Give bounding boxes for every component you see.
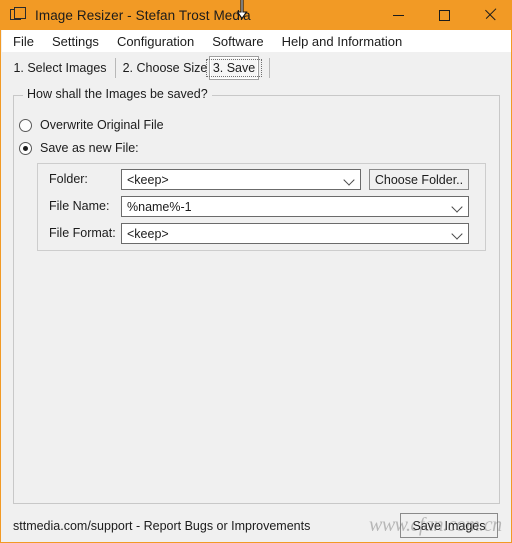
menu-item-file[interactable]: File (4, 32, 43, 51)
maximize-icon (438, 9, 450, 21)
chevron-down-icon (448, 197, 468, 216)
file-name-label: File Name: (49, 199, 110, 213)
menu-item-settings[interactable]: Settings (43, 32, 108, 51)
window-title: Image Resizer - Stefan Trost Media (35, 7, 251, 23)
radio-save-as-new-file[interactable]: Save as new File: (19, 141, 139, 155)
save-images-button[interactable]: Save Images (400, 513, 498, 538)
file-format-combobox[interactable]: <keep> (121, 223, 469, 244)
file-name-combobox[interactable]: %name%-1 (121, 196, 469, 217)
tab-select-images[interactable]: 1. Select Images (10, 56, 110, 80)
radio-overwrite-original-file[interactable]: Overwrite Original File (19, 118, 164, 132)
minimize-button[interactable] (375, 0, 421, 30)
radio-overwrite-original-file-mark (19, 118, 32, 132)
support-link-text[interactable]: sttmedia.com/support - Report Bugs or Im… (13, 519, 310, 533)
close-button[interactable] (467, 0, 511, 30)
tab-separator-3 (269, 58, 270, 78)
close-icon (484, 9, 496, 21)
tab-save-label: 3. Save (205, 59, 263, 77)
file-format-combobox-value: <keep> (127, 226, 169, 241)
chevron-down-icon (340, 170, 360, 189)
cascade-windows-icon (10, 7, 26, 23)
minimize-icon (392, 14, 404, 16)
tab-save[interactable]: 3. Save (205, 56, 263, 80)
image-resizer-window: Image Resizer - Stefan Trost Media File … (0, 0, 512, 543)
file-name-combobox-value: %name%-1 (127, 199, 192, 214)
choose-folder-button[interactable]: Choose Folder.. (369, 169, 469, 190)
file-format-label: File Format: (49, 226, 116, 240)
tab-choose-size[interactable]: 2. Choose Size (120, 56, 210, 80)
file-format-field-label-wrap: File Format: (49, 226, 116, 240)
wizard-tab-strip: 1. Select Images 2. Choose Size 3. Save (2, 52, 511, 84)
radio-overwrite-original-file-label: Overwrite Original File (40, 118, 164, 132)
tab-choose-size-label: 2. Choose Size (122, 61, 208, 75)
maximize-button[interactable] (421, 0, 467, 30)
title-bar: Image Resizer - Stefan Trost Media (1, 0, 511, 30)
tab-separator-1 (115, 58, 116, 78)
menu-item-help-and-information[interactable]: Help and Information (273, 32, 412, 51)
radio-save-as-new-file-label: Save as new File: (40, 141, 139, 155)
chevron-down-icon (448, 224, 468, 243)
window-controls (375, 0, 511, 30)
menu-item-software[interactable]: Software (203, 32, 272, 51)
folder-field-label-wrap: Folder: (49, 172, 88, 186)
file-name-field-label-wrap: File Name: (49, 199, 109, 213)
menu-bar: File Settings Configuration Software Hel… (2, 30, 511, 52)
folder-label: Folder: (49, 172, 88, 186)
folder-combobox-value: <keep> (127, 172, 169, 187)
radio-save-as-new-file-mark (19, 141, 32, 155)
save-options-group (13, 95, 500, 504)
menu-item-configuration[interactable]: Configuration (108, 32, 203, 51)
tab-select-images-label: 1. Select Images (13, 61, 107, 75)
save-options-group-legend: How shall the Images be saved? (23, 87, 212, 101)
folder-combobox[interactable]: <keep> (121, 169, 361, 190)
